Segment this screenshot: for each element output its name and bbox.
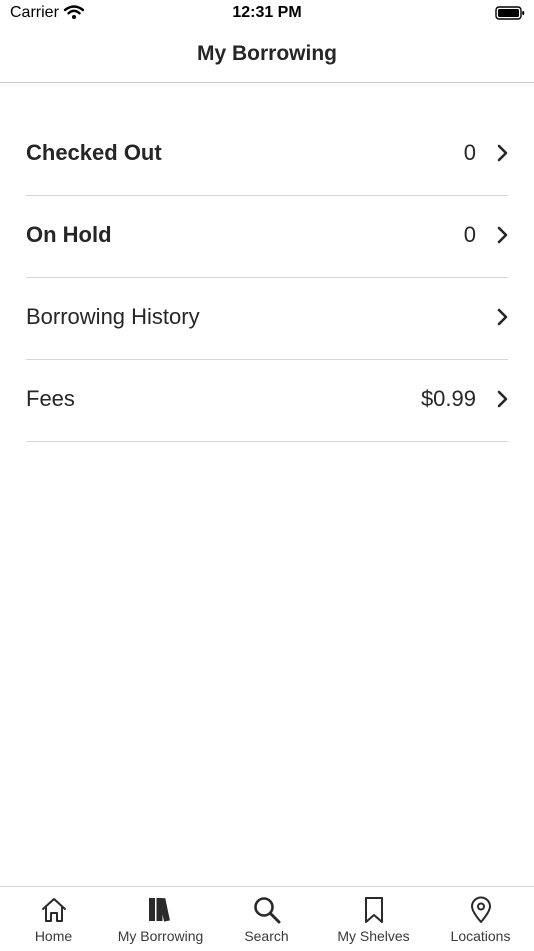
tab-label-home: Home [34,928,73,944]
chevron-right-icon [496,144,508,167]
home-icon [40,896,68,924]
battery-icon [495,5,525,26]
row-label-checked-out: Checked Out [26,140,162,165]
bookmark-icon [360,896,388,924]
tab-my-borrowing[interactable]: My Borrowing [107,887,214,951]
tab-locations[interactable]: Locations [427,887,534,951]
chevron-right-icon [496,226,508,249]
tab-label-locations: Locations [450,928,511,944]
chevron-right-icon [496,390,508,413]
location-pin-icon [467,896,495,924]
tab-my-shelves[interactable]: My Shelves [320,887,427,951]
tab-search[interactable]: Search [213,887,320,951]
status-bar: Carrier 12:31 PM [0,0,534,28]
books-icon [147,896,175,924]
row-label-on-hold: On Hold [26,222,112,247]
navigation-bar: My Borrowing [0,28,534,83]
row-value-on-hold: 0 [463,222,476,247]
row-checked-out[interactable]: Checked Out 0 [26,114,508,196]
search-icon [253,896,281,924]
row-value-fees: $0.99 [420,386,476,411]
borrowing-list: Checked Out 0 On Hold 0 Borrowing Histor… [26,114,508,442]
status-time: 12:31 PM [232,4,302,21]
row-borrowing-history[interactable]: Borrowing History [26,278,508,360]
row-label-borrowing-history: Borrowing History [26,304,200,329]
tab-home[interactable]: Home [0,887,107,951]
tab-label-my-shelves: My Shelves [337,928,410,944]
tab-label-search: Search [244,928,289,944]
row-value-checked-out: 0 [463,140,476,165]
tab-label-my-borrowing: My Borrowing [117,928,204,944]
row-fees[interactable]: Fees $0.99 [26,360,508,442]
page-title: My Borrowing [197,42,337,65]
chevron-right-icon [496,308,508,331]
row-label-fees: Fees [26,386,75,411]
row-on-hold[interactable]: On Hold 0 [26,196,508,278]
tab-bar: Home My Borrowing Search My Shelves Loca… [0,886,534,951]
